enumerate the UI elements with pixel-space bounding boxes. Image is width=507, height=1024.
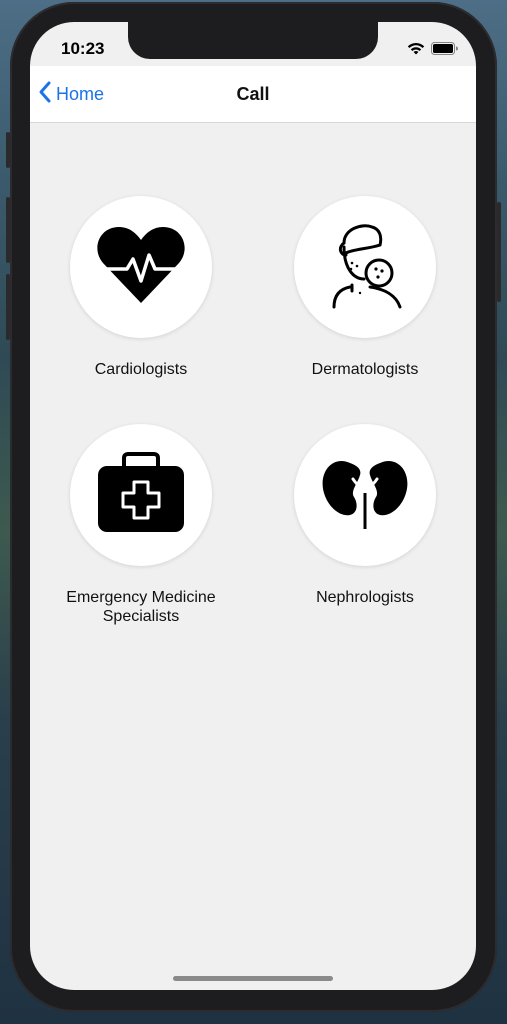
- category-cardiologists[interactable]: Cardiologists: [41, 196, 241, 379]
- status-icons: [407, 42, 458, 55]
- navigation-bar: Home Call: [30, 66, 476, 123]
- heart-pulse-icon: [97, 225, 185, 310]
- status-time: 10:23: [61, 39, 105, 58]
- mute-switch: [6, 132, 10, 168]
- category-icon-circle: [294, 424, 436, 566]
- category-icon-circle: [294, 196, 436, 338]
- first-aid-kit-icon: [96, 451, 186, 539]
- category-emergency-medicine[interactable]: Emergency Medicine Specialists: [41, 424, 241, 626]
- category-label: Nephrologists: [316, 589, 414, 606]
- battery-icon: [431, 42, 458, 55]
- category-icon-circle: [70, 424, 212, 566]
- category-label: Cardiologists: [94, 361, 188, 378]
- skin-face-icon: [324, 221, 406, 314]
- chevron-left-icon: [38, 80, 52, 109]
- home-indicator[interactable]: [173, 976, 333, 981]
- category-label: Emergency Medicine Specialists: [66, 589, 216, 625]
- category-dermatologists[interactable]: Dermatologists: [265, 196, 465, 379]
- power-button: [497, 202, 501, 302]
- back-label: Home: [56, 83, 105, 104]
- kidneys-icon: [320, 457, 410, 534]
- wifi-icon: [407, 42, 425, 55]
- phone-screen: 10:23 Home Call Cardiologists Dermatolog…: [30, 22, 476, 990]
- category-label: Dermatologists: [311, 361, 419, 378]
- volume-down-button: [6, 274, 10, 340]
- category-icon-circle: [70, 196, 212, 338]
- category-nephrologists[interactable]: Nephrologists: [265, 424, 465, 607]
- notch: [128, 22, 378, 59]
- volume-up-button: [6, 197, 10, 263]
- back-button[interactable]: Home: [38, 66, 104, 122]
